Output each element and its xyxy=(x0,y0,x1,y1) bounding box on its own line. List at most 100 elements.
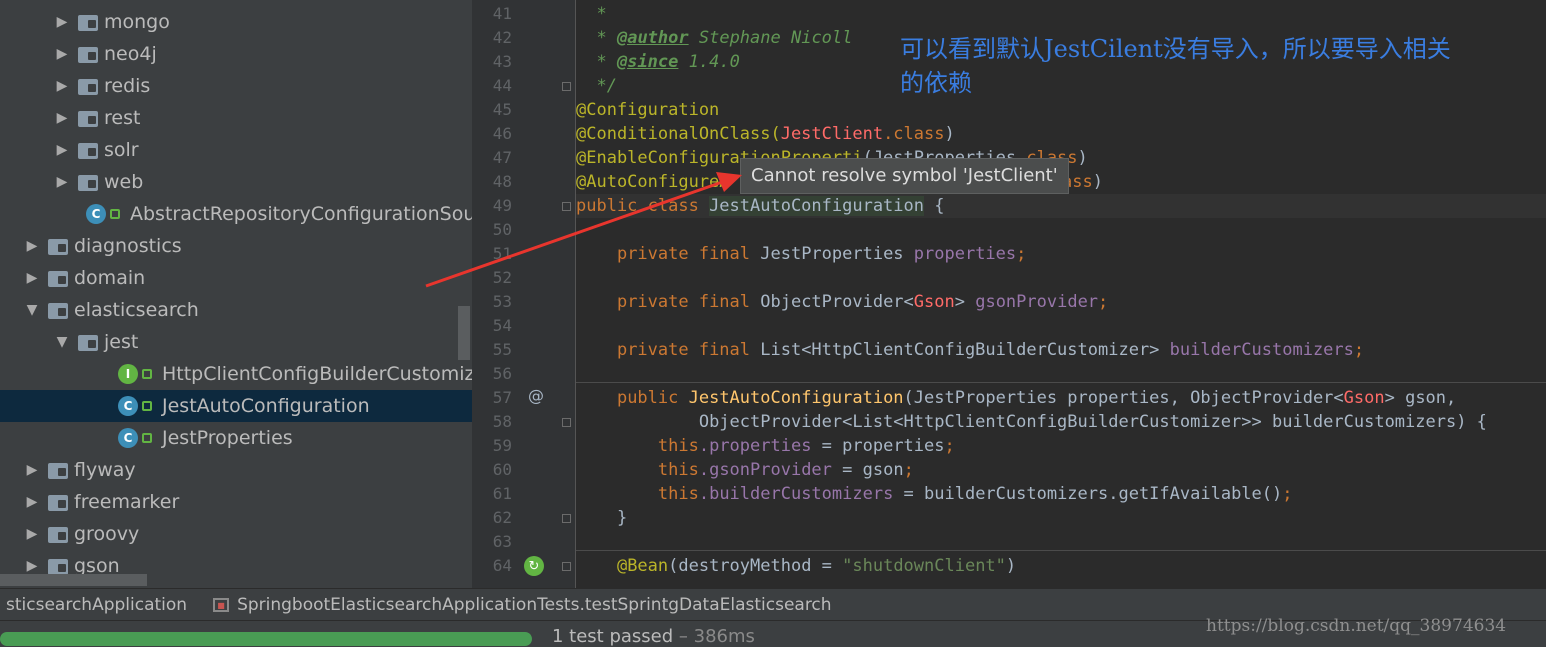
line-number: 57 xyxy=(492,388,512,407)
tree-item-label: flyway xyxy=(74,459,136,481)
code-line-49: public class JestAutoConfiguration { xyxy=(576,196,945,216)
package-folder-icon xyxy=(48,301,70,319)
line-number: 49 xyxy=(492,196,512,215)
expand-arrow-icon[interactable]: ▶ xyxy=(26,526,38,542)
test-progress-bar xyxy=(0,632,532,646)
fold-marker-icon[interactable] xyxy=(562,562,571,571)
line-number: 44 xyxy=(492,76,512,95)
line-number: 61 xyxy=(492,484,512,503)
method-separator xyxy=(576,550,1546,551)
code-line-64: @Bean(destroyMethod = "shutdownClient") xyxy=(616,556,1017,576)
tree-item-jest[interactable]: ▼ jest xyxy=(0,326,472,358)
access-lock-icon xyxy=(142,433,152,443)
expand-arrow-icon[interactable]: ▶ xyxy=(56,174,68,190)
tree-item-rest[interactable]: ▶ rest xyxy=(0,102,472,134)
expand-arrow-icon[interactable]: ▶ xyxy=(56,14,68,30)
tree-item-label: neo4j xyxy=(104,43,157,65)
expand-arrow-icon[interactable]: ▶ xyxy=(56,78,68,94)
package-folder-icon xyxy=(48,525,70,543)
package-folder-icon xyxy=(78,13,100,31)
tree-item-freemarker[interactable]: ▶ freemarker xyxy=(0,486,472,518)
line-number: 42 xyxy=(492,28,512,47)
annotation-line: 的依赖 xyxy=(900,69,972,97)
tree-item-label: mongo xyxy=(104,11,170,33)
line-number: 41 xyxy=(492,4,512,23)
code-line-61: this.builderCustomizers = builderCustomi… xyxy=(657,484,1293,504)
line-number: 52 xyxy=(492,268,512,287)
line-number: 51 xyxy=(492,244,512,263)
fold-marker-icon[interactable] xyxy=(562,202,571,211)
expand-arrow-icon[interactable]: ▶ xyxy=(26,462,38,478)
tree-item-mongo[interactable]: ▶ mongo xyxy=(0,6,472,38)
tree-item-redis[interactable]: ▶ redis xyxy=(0,70,472,102)
run-tab-label: SpringbootElasticsearchApplicationTests.… xyxy=(237,595,832,615)
code-line-51: private final JestProperties properties; xyxy=(616,244,1027,264)
fold-marker-icon[interactable] xyxy=(562,418,571,427)
collapse-arrow-icon[interactable]: ▼ xyxy=(26,302,38,318)
spring-bean-icon[interactable]: ↻ xyxy=(524,556,544,576)
expand-arrow-icon[interactable]: ▶ xyxy=(26,494,38,510)
implementation-at-icon[interactable]: @ xyxy=(528,386,544,405)
abstract-class-icon: C xyxy=(86,204,106,224)
line-number: 54 xyxy=(492,316,512,335)
package-folder-icon xyxy=(48,461,70,479)
package-folder-icon xyxy=(48,557,70,575)
expand-arrow-icon[interactable]: ▶ xyxy=(26,270,38,286)
tree-item-abstract-repository-configuration-source[interactable]: C AbstractRepositoryConfigurationSource xyxy=(0,198,472,230)
package-folder-icon xyxy=(78,333,100,351)
tree-item-web[interactable]: ▶ web xyxy=(0,166,472,198)
tree-item-diagnostics[interactable]: ▶ diagnostics xyxy=(0,230,472,262)
line-number: 47 xyxy=(492,148,512,167)
expand-arrow-icon[interactable]: ▶ xyxy=(56,110,68,126)
code-line-46: @ConditionalOnClass(JestClient.class) xyxy=(576,124,955,144)
run-tab-application[interactable]: sticsearchApplication xyxy=(0,589,193,621)
tree-item-solr[interactable]: ▶ solr xyxy=(0,134,472,166)
line-number: 53 xyxy=(492,292,512,311)
code-line-42: * @author Stephane Nicoll xyxy=(596,28,853,48)
code-line-62: } xyxy=(616,508,628,528)
access-lock-icon xyxy=(142,401,152,411)
line-number: 58 xyxy=(492,412,512,431)
fold-marker-icon[interactable] xyxy=(562,514,571,523)
method-separator xyxy=(576,382,1546,383)
package-folder-icon xyxy=(78,141,100,159)
line-number: 46 xyxy=(492,124,512,143)
run-tab-tests[interactable]: ■ SpringbootElasticsearchApplicationTest… xyxy=(207,589,838,621)
tree-item-http-client-config-builder-customizer[interactable]: I HttpClientConfigBuilderCustomizer xyxy=(0,358,472,390)
tree-item-flyway[interactable]: ▶ flyway xyxy=(0,454,472,486)
package-folder-icon xyxy=(78,77,100,95)
expand-arrow-icon[interactable]: ▶ xyxy=(26,558,38,574)
tree-item-label: AbstractRepositoryConfigurationSource xyxy=(130,203,472,225)
tree-item-jest-auto-configuration[interactable]: C JestAutoConfiguration xyxy=(0,390,472,422)
package-folder-icon xyxy=(48,237,70,255)
line-number: 45 xyxy=(492,100,512,119)
line-number: 50 xyxy=(492,220,512,239)
tree-item-label: rest xyxy=(104,107,141,129)
package-folder-icon xyxy=(48,493,70,511)
line-number: 56 xyxy=(492,364,512,383)
line-number: 59 xyxy=(492,436,512,455)
test-duration: – 386ms xyxy=(673,626,755,647)
tree-item-jest-properties[interactable]: C JestProperties xyxy=(0,422,472,454)
unresolved-symbol[interactable]: JestClient xyxy=(781,124,883,144)
tree-item-groovy[interactable]: ▶ groovy xyxy=(0,518,472,550)
project-tree: ▶ mongo ▶ neo4j ▶ redis ▶ rest ▶ solr ▶ … xyxy=(0,0,472,588)
code-line-55: private final List<HttpClientConfigBuild… xyxy=(616,340,1365,360)
fold-marker-icon[interactable] xyxy=(562,82,571,91)
expand-arrow-icon[interactable]: ▶ xyxy=(26,238,38,254)
tree-item-domain[interactable]: ▶ domain xyxy=(0,262,472,294)
line-number: 60 xyxy=(492,460,512,479)
collapse-arrow-icon[interactable]: ▼ xyxy=(56,334,68,350)
tree-item-neo4j[interactable]: ▶ neo4j xyxy=(0,38,472,70)
tree-horizontal-scrollbar[interactable] xyxy=(0,574,147,586)
line-number: 55 xyxy=(492,340,512,359)
code-line-59: this.properties = properties; xyxy=(657,436,955,456)
tree-item-elasticsearch[interactable]: ▼ elasticsearch xyxy=(0,294,472,326)
code-line-57: public JestAutoConfiguration(JestPropert… xyxy=(616,388,1457,408)
code-line-53: private final ObjectProvider<Gson> gsonP… xyxy=(616,292,1109,312)
expand-arrow-icon[interactable]: ▶ xyxy=(56,46,68,62)
expand-arrow-icon[interactable]: ▶ xyxy=(56,142,68,158)
access-lock-icon xyxy=(142,369,152,379)
class-icon: C xyxy=(118,396,138,416)
tree-vertical-scrollbar[interactable] xyxy=(458,306,470,360)
